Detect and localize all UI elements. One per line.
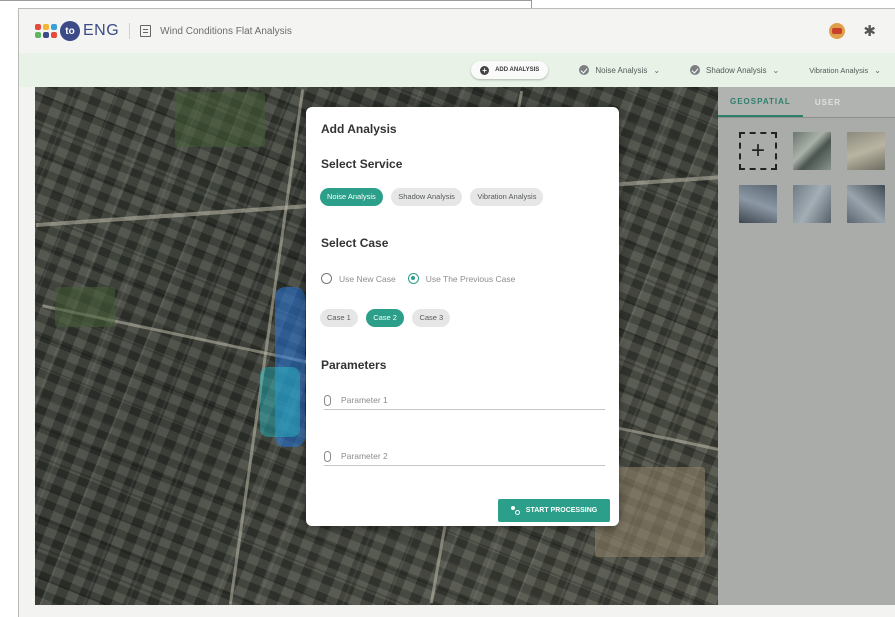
case-chip-3[interactable]: Case 3 xyxy=(412,309,451,327)
case-chip-1[interactable]: Case 1 xyxy=(320,309,358,327)
avatar[interactable] xyxy=(829,23,846,39)
panel-tabs: GEOSPATIAL USER xyxy=(718,87,895,118)
case-radio-group: Use New Case Use The Previous Case xyxy=(321,273,515,284)
paperclip-icon xyxy=(324,394,331,406)
frame-line-right xyxy=(531,0,532,8)
parameter-1-field xyxy=(324,391,605,410)
parameters-title: Parameters xyxy=(321,358,387,372)
divider xyxy=(129,23,131,39)
chevron-down-icon: ⌄ xyxy=(874,65,881,75)
dialog-title: Add Analysis xyxy=(321,122,397,136)
logo-badge: to xyxy=(60,21,80,41)
dropdown-label: Vibration Analysis xyxy=(809,65,869,75)
process-icon xyxy=(510,506,520,515)
check-circle-icon xyxy=(579,65,590,75)
noise-analysis-dropdown[interactable]: Noise Analysis ⌄ xyxy=(570,61,669,79)
add-layer-button[interactable]: + xyxy=(739,132,777,170)
paperclip-icon xyxy=(324,450,331,462)
frame-line-top xyxy=(0,0,531,1)
add-analysis-button[interactable]: + ADD ANALYSIS xyxy=(471,61,549,79)
select-case-title: Select Case xyxy=(321,236,389,250)
layer-thumbnail[interactable] xyxy=(847,185,885,223)
project-title: Wind Conditions Flat Analysis xyxy=(160,25,292,37)
service-chips: Noise Analysis Shadow Analysis Vibration… xyxy=(320,186,547,206)
service-chip-vibration[interactable]: Vibration Analysis xyxy=(470,188,544,206)
radio-label: Use New Case xyxy=(339,273,396,284)
tab-geospatial[interactable]: GEOSPATIAL xyxy=(718,87,803,117)
radio-use-previous-case[interactable] xyxy=(407,273,419,284)
tab-user[interactable]: USER xyxy=(803,87,853,117)
plus-circle-icon: + xyxy=(480,65,490,75)
park-area xyxy=(55,287,115,327)
parameter-2-input[interactable] xyxy=(341,451,581,461)
case-chip-2[interactable]: Case 2 xyxy=(366,309,404,327)
check-circle-icon xyxy=(690,65,701,75)
start-processing-label: START PROCESSING xyxy=(525,507,598,514)
top-bar: to ENG Wind Conditions Flat Analysis ✱ xyxy=(19,9,895,53)
gear-icon[interactable]: ✱ xyxy=(863,22,876,40)
logo-dots-icon xyxy=(35,24,57,38)
layer-thumbnail[interactable] xyxy=(793,185,831,223)
chevron-down-icon: ⌄ xyxy=(772,65,780,75)
park-area xyxy=(175,92,265,147)
add-analysis-dialog: Add Analysis Select Service Noise Analys… xyxy=(306,107,619,526)
logo[interactable]: to ENG xyxy=(35,21,119,41)
layer-thumbnails: + xyxy=(718,118,895,223)
topbar-actions: ✱ xyxy=(829,22,876,40)
analysis-toolbar: + ADD ANALYSIS Noise Analysis ⌄ Shadow A… xyxy=(19,53,895,87)
chevron-down-icon: ⌄ xyxy=(653,65,661,75)
document-icon xyxy=(140,25,152,37)
select-service-title: Select Service xyxy=(321,157,403,171)
dropdown-label: Noise Analysis xyxy=(595,65,648,75)
start-processing-button[interactable]: START PROCESSING xyxy=(498,499,610,522)
case-chips: Case 1 Case 2 Case 3 xyxy=(320,307,454,327)
layer-panel: GEOSPATIAL USER + xyxy=(718,87,895,605)
shadow-analysis-dropdown[interactable]: Shadow Analysis ⌄ xyxy=(681,61,788,79)
radio-use-new-case[interactable] xyxy=(321,273,332,284)
service-chip-shadow[interactable]: Shadow Analysis xyxy=(391,188,462,206)
layer-thumbnail[interactable] xyxy=(739,185,777,223)
logo-text: ENG xyxy=(83,22,120,39)
noise-overlay xyxy=(260,367,300,437)
dropdown-label: Shadow Analysis xyxy=(706,65,767,75)
radio-label: Use The Previous Case xyxy=(425,273,516,284)
service-chip-noise[interactable]: Noise Analysis xyxy=(320,188,383,206)
layer-thumbnail[interactable] xyxy=(793,132,831,170)
layer-thumbnail[interactable] xyxy=(847,132,885,170)
parameter-2-field xyxy=(324,447,605,466)
add-analysis-label: ADD ANALYSIS xyxy=(495,67,540,73)
parameter-1-input[interactable] xyxy=(341,395,581,405)
vibration-analysis-dropdown[interactable]: Vibration Analysis ⌄ xyxy=(800,61,890,79)
